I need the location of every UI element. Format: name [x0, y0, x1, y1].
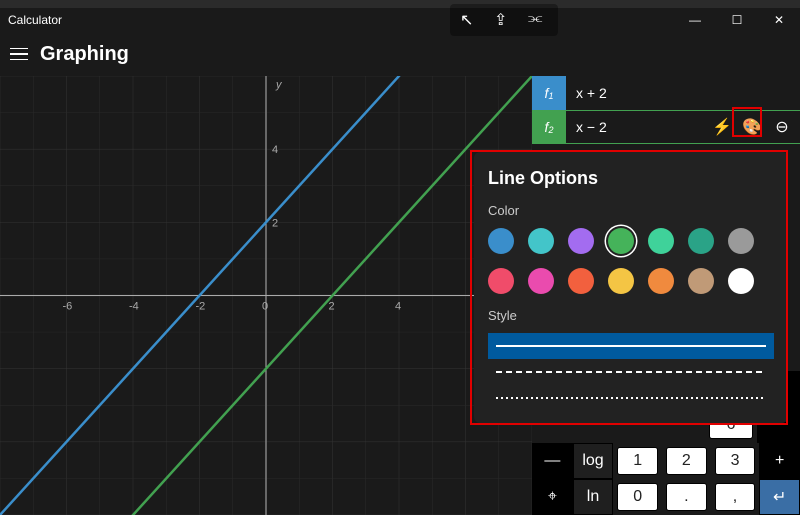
- function-row[interactable]: f1 x + 2: [532, 76, 800, 110]
- trace-icon[interactable]: ⚡: [712, 117, 732, 137]
- svg-text:y: y: [275, 79, 283, 91]
- window-close[interactable]: ✕: [758, 8, 800, 32]
- svg-text:4: 4: [272, 144, 278, 156]
- window-maximize[interactable]: ☐: [716, 8, 758, 32]
- graph-toolbar: ↖ ⇪ ⫘: [450, 4, 558, 36]
- keypad-key[interactable]: .: [666, 483, 707, 511]
- function-expression: x − 2: [576, 119, 607, 135]
- keypad-key[interactable]: ↵: [759, 479, 800, 515]
- keypad-key[interactable]: 0: [617, 483, 658, 511]
- svg-text:0: 0: [262, 301, 268, 313]
- function-swatch: f2: [532, 110, 566, 144]
- keypad-key[interactable]: ln: [573, 479, 614, 515]
- svg-text:-2: -2: [196, 301, 206, 313]
- analyze-icon[interactable]: ⫘: [528, 10, 548, 30]
- svg-text:2: 2: [272, 217, 278, 229]
- keypad-key[interactable]: ,: [715, 483, 756, 511]
- pointer-tool-icon[interactable]: ↖: [460, 10, 480, 30]
- keypad-key[interactable]: —: [532, 443, 573, 479]
- menu-icon[interactable]: [10, 48, 28, 61]
- remove-icon[interactable]: ⊖: [772, 117, 792, 137]
- share-icon[interactable]: ⇪: [494, 10, 514, 30]
- keypad-key[interactable]: 1: [617, 447, 658, 475]
- menubar: [0, 0, 800, 8]
- svg-text:2: 2: [329, 301, 335, 313]
- window-minimize[interactable]: —: [674, 8, 716, 32]
- function-expression: x + 2: [576, 85, 607, 101]
- highlight-style-button: [732, 107, 762, 137]
- svg-text:-6: -6: [63, 301, 73, 313]
- svg-text:4: 4: [395, 301, 401, 313]
- highlight-popup: [470, 150, 788, 425]
- page-title: Graphing: [40, 43, 129, 66]
- titlebar: Calculator — ☐ ✕: [0, 8, 800, 32]
- svg-text:-4: -4: [129, 301, 139, 313]
- keypad-key[interactable]: 3: [715, 447, 756, 475]
- keypad-key[interactable]: 2: [666, 447, 707, 475]
- keypad-key[interactable]: ⌖: [532, 479, 573, 515]
- graph-canvas[interactable]: -6 -4 -2 0 2 4 2 4 y: [0, 76, 532, 515]
- app-title: Calculator: [8, 13, 62, 27]
- keypad-key[interactable]: log: [573, 443, 614, 479]
- keypad-key[interactable]: +: [759, 443, 800, 479]
- function-swatch: f1: [532, 76, 566, 110]
- header: Graphing: [0, 32, 800, 76]
